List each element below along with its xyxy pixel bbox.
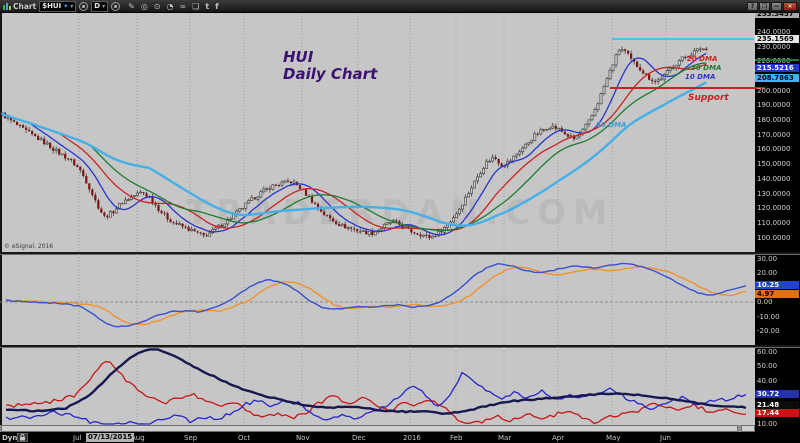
axis-tick-label: 200.0000 xyxy=(757,87,790,95)
axis-tick-label: 10.00 xyxy=(757,420,777,428)
price-axis[interactable]: 240.0000230.0000220.0000200.0000190.0000… xyxy=(755,13,800,432)
dyn-label: Dyn xyxy=(2,434,17,442)
chart-window: Chart $HUI ✦ ▾ D ▾ ✎ ◎ ⊙ ◔ ∞ ❏ tf ?❐—✕ TRADERD… xyxy=(0,0,800,443)
dma10-label: 10 DMA xyxy=(685,73,715,81)
lock-icon xyxy=(19,434,26,441)
axis-tick-label: 60.00 xyxy=(757,348,777,356)
symbol-apply-icon[interactable] xyxy=(79,2,88,11)
axis-tick-label: 30.00 xyxy=(757,255,777,263)
axis-marker-label: 30.72 xyxy=(755,390,799,398)
axis-tick-label: 190.0000 xyxy=(757,101,790,109)
axis-tick-label: 110.0000 xyxy=(757,219,790,227)
axis-tick-label: 170.0000 xyxy=(757,131,790,139)
link-icon[interactable]: ∞ xyxy=(179,0,186,13)
axis-tick-label: 140.0000 xyxy=(757,175,790,183)
time-axis[interactable]: Dyn JulAugSepOctNovDec2016FebMarAprMayJu… xyxy=(0,432,800,443)
axis-tick-label: 50.00 xyxy=(757,362,777,370)
symbol-input[interactable]: $HUI ✦ ▾ xyxy=(39,1,76,12)
axis-marker-label: 17.44 xyxy=(755,409,799,417)
axis-tick-label: 180.0000 xyxy=(757,116,790,124)
date-marker-box: 07/13/2015 xyxy=(86,433,134,442)
chat-icon[interactable]: ❏ xyxy=(192,0,199,13)
axis-tick-label: 160.0000 xyxy=(757,145,790,153)
chart-title-annotation: HUI Daily Chart xyxy=(283,49,377,83)
time-axis-label: Nov xyxy=(296,434,310,442)
time-axis-label: Jun xyxy=(660,434,671,442)
window-controls: ?❐—✕ xyxy=(747,2,797,11)
axis-tick-label: 40.00 xyxy=(757,377,777,385)
time-axis-label: Sep xyxy=(184,434,197,442)
title-bar: Chart $HUI ✦ ▾ D ▾ ✎ ◎ ⊙ ◔ ∞ ❏ tf ?❐—✕ xyxy=(0,0,800,13)
time-axis-label: 2016 xyxy=(403,434,421,442)
app-title: Chart xyxy=(13,2,36,11)
close-button[interactable]: ✕ xyxy=(783,2,797,11)
time-axis-label: Dec xyxy=(352,434,366,442)
axis-tick-label: 230.0000 xyxy=(757,43,790,51)
axis-tick-label: 150.0000 xyxy=(757,160,790,168)
symbol-sparkle-icon: ✦ xyxy=(63,2,68,11)
time-axis-label: Apr xyxy=(552,434,564,442)
lock-button[interactable] xyxy=(17,433,28,442)
chart-app-icon xyxy=(3,2,11,10)
axis-tick-label: 120.0000 xyxy=(757,204,790,212)
symbol-value: $HUI xyxy=(42,2,61,11)
toolbar-icons: ✎ ◎ ⊙ ◔ ∞ ❏ tf xyxy=(128,0,219,13)
interval-apply-icon[interactable] xyxy=(111,2,120,11)
axis-tick-label: 0.00 xyxy=(757,298,773,306)
scrollbar-thumb[interactable] xyxy=(1,425,738,432)
axis-marker-label: 21.48 xyxy=(755,401,799,409)
interval-value: D xyxy=(94,2,100,11)
time-axis-label: May xyxy=(606,434,620,442)
dma30-axis-marker xyxy=(755,59,799,61)
axis-marker-label: 208.7863 xyxy=(755,74,799,82)
axis-tick-label: -10.00 xyxy=(757,313,780,321)
horizontal-scrollbar[interactable] xyxy=(0,425,755,432)
dma20-label: 20 DMA xyxy=(687,55,717,63)
symbol-dropdown-icon[interactable]: ▾ xyxy=(70,2,73,11)
axis-marker-label: 10.25 xyxy=(755,281,799,289)
help-button[interactable]: ? xyxy=(747,2,758,11)
dma30-label: 30 DMA xyxy=(691,64,721,72)
time-axis-label: Mar xyxy=(498,434,511,442)
support-label: Support xyxy=(688,93,729,103)
time-axis-label: Feb xyxy=(450,434,462,442)
interval-dropdown-icon[interactable]: ▾ xyxy=(102,2,105,11)
axis-tick-label: 130.0000 xyxy=(757,190,790,198)
interval-input[interactable]: D ▾ xyxy=(91,1,108,12)
app-chip: Chart xyxy=(3,2,36,11)
axis-tick-label: 20.00 xyxy=(757,269,777,277)
target-icon[interactable]: ⊙ xyxy=(154,0,161,13)
plot-svg[interactable] xyxy=(0,13,755,425)
scrollbar-button[interactable] xyxy=(741,425,755,432)
axis-marker-label: 4.97 xyxy=(755,290,799,298)
chart-area: TRADERDAN.COM HUI Daily Chart Support 20… xyxy=(0,13,800,443)
axis-tick-label: 100.0000 xyxy=(757,234,790,242)
axis-marker-label: 215.5216 xyxy=(755,64,799,72)
restore-button[interactable]: ❐ xyxy=(759,2,770,11)
time-axis-label: Jul xyxy=(73,434,81,442)
pencil-icon[interactable]: ✎ xyxy=(128,0,135,13)
dma50-label: 50 DMA xyxy=(596,121,626,129)
time-axis-label: Oct xyxy=(238,434,250,442)
axis-marker-label: 235.1569 xyxy=(755,35,799,43)
clock-icon[interactable]: ◔ xyxy=(167,0,174,13)
esignal-credit: © eSignal, 2016 xyxy=(4,243,53,250)
twitter-icon[interactable]: t xyxy=(205,0,209,13)
axis-tick-label: -20.00 xyxy=(757,327,780,335)
minimize-button[interactable]: — xyxy=(771,2,782,11)
refresh-icon[interactable]: ◎ xyxy=(141,0,148,13)
facebook-icon[interactable]: f xyxy=(215,0,218,13)
